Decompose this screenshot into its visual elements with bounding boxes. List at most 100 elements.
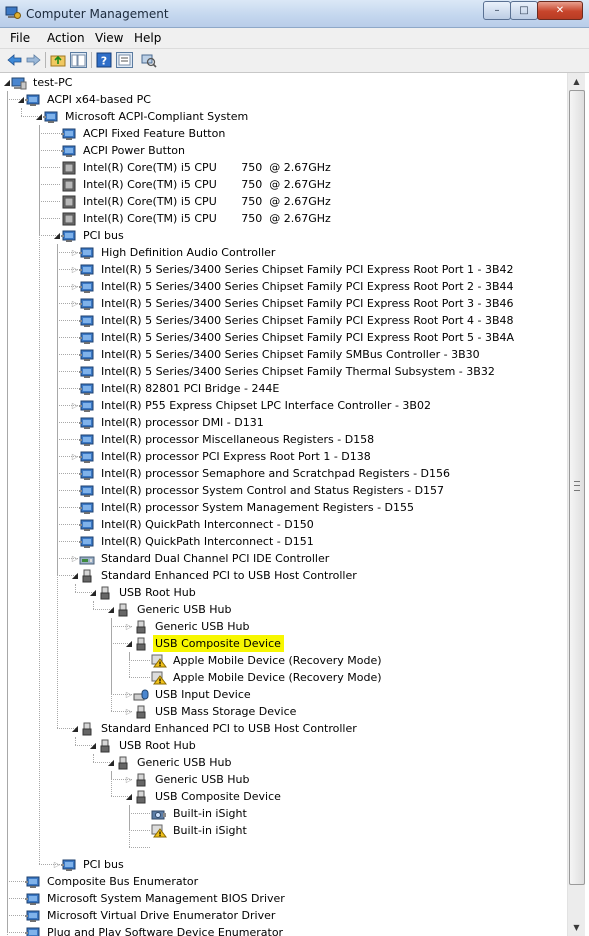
tree-item[interactable]: ▷ Intel(R) P55 Express Chipset LPC Interf…	[2, 397, 562, 414]
tree-item[interactable]: ▷ Intel(R) 5 Series/3400 Series Chipset F…	[2, 295, 562, 312]
up-folder-icon[interactable]	[50, 52, 67, 68]
tree-item[interactable]: Intel(R) Core(TM) i5 CPU 750 @ 2.67GHz	[2, 159, 562, 176]
collapse-arrow-icon[interactable]: ◢	[89, 584, 97, 601]
collapse-arrow-icon[interactable]: ◢	[71, 567, 79, 584]
tree-item[interactable]: Intel(R) QuickPath Interconnect - D150	[2, 516, 562, 533]
forward-arrow-icon[interactable]	[25, 52, 42, 68]
collapse-arrow-icon[interactable]: ◢	[35, 108, 43, 125]
tree-item[interactable]: Intel(R) processor Semaphore and Scratch…	[2, 465, 562, 482]
help-icon[interactable]: ?	[96, 52, 113, 68]
window-title: Computer Management	[26, 7, 169, 21]
collapse-arrow-icon[interactable]: ◢	[107, 754, 115, 771]
tree-item-label: Intel(R) processor System Management Reg…	[101, 501, 415, 514]
tree-item[interactable]: Microsoft Virtual Drive Enumerator Drive…	[2, 907, 562, 924]
tree-item[interactable]: Intel(R) 5 Series/3400 Series Chipset Fa…	[2, 312, 562, 329]
tree-item[interactable]: ▷ High Definition Audio Controller	[2, 244, 562, 261]
tree-item[interactable]: Intel(R) 5 Series/3400 Series Chipset Fa…	[2, 363, 562, 380]
close-button[interactable]: ✕	[537, 1, 583, 20]
tree-item[interactable]: ACPI Power Button	[2, 142, 562, 159]
tree-item[interactable]: Apple Mobile Device (Recovery Mode)	[2, 669, 562, 686]
maximize-button[interactable]: □	[510, 1, 538, 20]
collapse-arrow-icon[interactable]: ◢	[89, 737, 97, 754]
tree-item[interactable]: Intel(R) processor Miscellaneous Registe…	[2, 431, 562, 448]
expand-arrow-icon[interactable]: ▷	[71, 295, 79, 312]
tree-item[interactable]: Built-in iSight	[2, 805, 562, 822]
tree-item[interactable]: Plug and Play Software Device Enumerator	[2, 924, 562, 936]
scroll-up-button[interactable]: ▲	[568, 73, 585, 90]
expand-arrow-icon[interactable]: ▷	[125, 686, 133, 703]
menu-view[interactable]: View	[95, 31, 123, 45]
tree-item[interactable]: ▷ Intel(R) 5 Series/3400 Series Chipset F…	[2, 278, 562, 295]
back-arrow-icon[interactable]	[6, 52, 23, 68]
menu-action[interactable]: Action	[47, 31, 85, 45]
tree-item[interactable]: Intel(R) Core(TM) i5 CPU 750 @ 2.67GHz	[2, 193, 562, 210]
tree-item[interactable]: ▷ PCI bus	[2, 856, 562, 873]
vertical-scrollbar[interactable]: ▲ ▼	[567, 73, 585, 936]
device-tree[interactable]: ◢ test-PC ◢ ACPI x64-based PC ◢ Microsoft ACP…	[2, 73, 567, 936]
menu-file[interactable]: File	[10, 31, 30, 45]
scan-hardware-icon[interactable]	[140, 52, 157, 68]
collapse-arrow-icon[interactable]: ◢	[17, 91, 25, 108]
tree-item[interactable]: ◢ USB Composite Device	[2, 788, 562, 805]
tree-item[interactable]: Intel(R) 5 Series/3400 Series Chipset Fa…	[2, 346, 562, 363]
tree-item[interactable]: ACPI Fixed Feature Button	[2, 125, 562, 142]
tree-item[interactable]: Intel(R) processor System Management Reg…	[2, 499, 562, 516]
tree-item-label: Plug and Play Software Device Enumerator	[47, 926, 284, 936]
tree-item[interactable]: Intel(R) Core(TM) i5 CPU 750 @ 2.67GHz	[2, 176, 562, 193]
scrollbar-thumb[interactable]	[569, 90, 585, 885]
tree-item[interactable]: ▷ USB Input Device	[2, 686, 562, 703]
expand-arrow-icon[interactable]: ▷	[53, 856, 61, 873]
system-device-icon	[79, 281, 94, 293]
collapse-arrow-icon[interactable]: ◢	[71, 720, 79, 737]
tree-item[interactable]: ◢ USB Composite Device	[2, 635, 562, 652]
title-bar[interactable]: Computer Management – □ ✕	[0, 0, 589, 28]
expand-arrow-icon[interactable]: ▷	[71, 261, 79, 278]
show-hide-tree-icon[interactable]	[70, 52, 87, 68]
tree-item[interactable]: Intel(R) processor System Control and St…	[2, 482, 562, 499]
collapse-arrow-icon[interactable]: ◢	[53, 227, 61, 244]
expand-arrow-icon[interactable]: ▷	[71, 448, 79, 465]
tree-item[interactable]: Built-in iSight	[2, 822, 562, 839]
tree-item[interactable]: ◢ Microsoft ACPI-Compliant System	[2, 108, 562, 125]
tree-item[interactable]: ◢ test-PC	[2, 74, 562, 91]
expand-arrow-icon[interactable]: ▷	[71, 244, 79, 261]
expand-arrow-icon[interactable]: ▷	[71, 397, 79, 414]
expand-arrow-icon[interactable]: ▷	[125, 618, 133, 635]
tree-item[interactable]: Intel(R) 82801 PCI Bridge - 244E	[2, 380, 562, 397]
tree-item[interactable]: ◢ Standard Enhanced PCI to USB Host Contr…	[2, 567, 562, 584]
tree-item[interactable]: ◢ Standard Enhanced PCI to USB Host Contr…	[2, 720, 562, 737]
tree-item[interactable]: Intel(R) Core(TM) i5 CPU 750 @ 2.67GHz	[2, 210, 562, 227]
tree-item[interactable]: Composite Bus Enumerator	[2, 873, 562, 890]
tree-item[interactable]: Intel(R) QuickPath Interconnect - D151	[2, 533, 562, 550]
tree-item-label: Built-in iSight	[173, 824, 247, 837]
collapse-arrow-icon[interactable]: ◢	[125, 635, 133, 652]
tree-item[interactable]: ▷ Generic USB Hub	[2, 618, 562, 635]
expand-arrow-icon[interactable]: ▷	[71, 278, 79, 295]
tree-item[interactable]: ▷ USB Mass Storage Device	[2, 703, 562, 720]
minimize-button[interactable]: –	[483, 1, 511, 20]
tree-item[interactable]: Intel(R) 5 Series/3400 Series Chipset Fa…	[2, 329, 562, 346]
tree-item[interactable]: ◢ Generic USB Hub	[2, 754, 562, 771]
tree-item[interactable]: Intel(R) processor DMI - D131	[2, 414, 562, 431]
tree-item[interactable]: ▷ Intel(R) processor PCI Express Root Por…	[2, 448, 562, 465]
expand-arrow-icon[interactable]: ▷	[71, 550, 79, 567]
tree-item[interactable]: ▷ Generic USB Hub	[2, 771, 562, 788]
properties-icon[interactable]	[116, 52, 133, 68]
tree-item[interactable]: ▷ Standard Dual Channel PCI IDE Controlle…	[2, 550, 562, 567]
collapse-arrow-icon[interactable]: ◢	[3, 74, 11, 91]
collapse-arrow-icon[interactable]: ◢	[107, 601, 115, 618]
tree-item[interactable]: ▷ Intel(R) 5 Series/3400 Series Chipset F…	[2, 261, 562, 278]
tree-item[interactable]: ◢ Generic USB Hub	[2, 601, 562, 618]
tree-item[interactable]: ◢ USB Root Hub	[2, 584, 562, 601]
menu-help[interactable]: Help	[134, 31, 161, 45]
tree-item-label: Intel(R) processor System Control and St…	[101, 484, 445, 497]
scroll-down-button[interactable]: ▼	[568, 919, 585, 936]
collapse-arrow-icon[interactable]: ◢	[125, 788, 133, 805]
expand-arrow-icon[interactable]: ▷	[125, 771, 133, 788]
tree-item[interactable]: ◢ ACPI x64-based PC	[2, 91, 562, 108]
tree-item[interactable]: Apple Mobile Device (Recovery Mode)	[2, 652, 562, 669]
tree-item[interactable]: Microsoft System Management BIOS Driver	[2, 890, 562, 907]
tree-item[interactable]: ◢ PCI bus	[2, 227, 562, 244]
tree-item[interactable]: ◢ USB Root Hub	[2, 737, 562, 754]
expand-arrow-icon[interactable]: ▷	[125, 703, 133, 720]
